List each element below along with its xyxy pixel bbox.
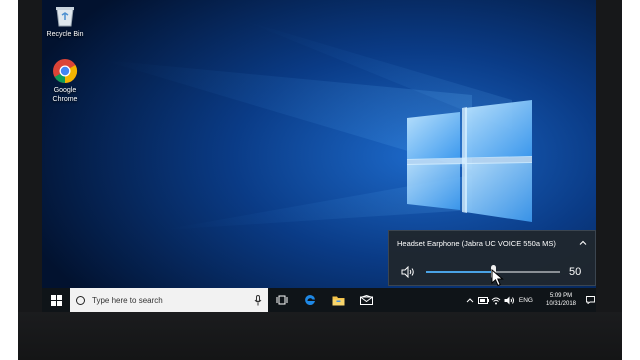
file-explorer-button[interactable]: [324, 288, 352, 312]
mail-button[interactable]: [352, 288, 380, 312]
clock-time: 5:09 PM: [549, 293, 573, 299]
speaker-icon[interactable]: [401, 266, 415, 278]
recycle-bin-icon: [56, 7, 74, 27]
clock[interactable]: 5:09 PM 10/31/2018: [538, 292, 584, 308]
file-explorer-icon: [332, 296, 344, 305]
system-tray: ENG 5:09 PM 10/31/2018: [464, 288, 596, 312]
audio-device-name[interactable]: Headset Earphone (Jabra UC VOICE 550a MS…: [397, 239, 556, 248]
wifi-icon: [492, 297, 501, 304]
task-view-button[interactable]: [268, 288, 296, 312]
search-placeholder[interactable]: Type here to search: [92, 296, 254, 305]
taskbar: Type here to search ENG 5:09 PM 10/31/20…: [42, 288, 596, 312]
task-view-icon: [276, 295, 288, 305]
input-language[interactable]: ENG: [519, 297, 533, 304]
chevron-up-icon[interactable]: [578, 238, 588, 248]
speaker-icon: [504, 296, 514, 304]
volume-slider-fill: [426, 271, 493, 273]
desktop-icon-chrome[interactable]: Google Chrome: [42, 58, 95, 104]
monitor-chin: [18, 312, 622, 360]
chrome-icon: [53, 59, 78, 83]
show-hidden-icons-button[interactable]: [464, 288, 477, 312]
network-button[interactable]: [490, 288, 503, 312]
mouse-cursor-icon: [491, 269, 504, 287]
microphone-icon[interactable]: [254, 294, 262, 306]
mail-icon: [359, 295, 373, 305]
recycle-bin-label: Recycle Bin: [46, 31, 84, 38]
action-center-button[interactable]: [584, 288, 596, 312]
battery-button[interactable]: [477, 288, 490, 312]
chrome-label: Google Chrome: [52, 87, 78, 103]
desktop-screen: Recycle Bin Google Chrome Headset Earpho…: [42, 0, 596, 312]
battery-icon: [477, 296, 489, 304]
volume-tray-button[interactable]: [503, 288, 516, 312]
clock-date: 10/31/2018: [545, 301, 577, 307]
chevron-up-icon: [467, 298, 474, 303]
cortana-icon[interactable]: [76, 295, 85, 305]
start-button[interactable]: [42, 288, 70, 312]
windows-logo-icon: [50, 294, 62, 306]
search-box[interactable]: Type here to search: [70, 288, 268, 312]
desktop-icon-recycle-bin[interactable]: Recycle Bin: [42, 2, 95, 39]
edge-button[interactable]: [296, 288, 324, 312]
notification-icon: [585, 296, 595, 304]
volume-value: 50: [569, 266, 582, 278]
edge-icon: [305, 294, 315, 305]
